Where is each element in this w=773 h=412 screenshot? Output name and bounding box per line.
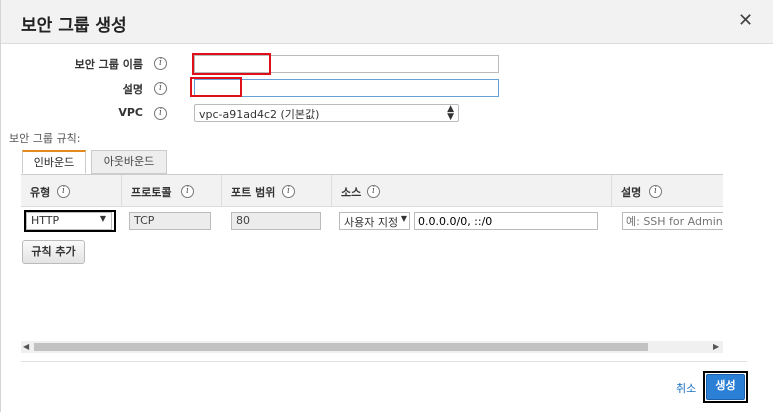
- scroll-left-icon[interactable]: ◀: [23, 341, 29, 353]
- create-security-group-dialog: 보안 그룹 생성 ✕ 보안 그룹 이름 i 설명 i VPC i vpc-a91…: [0, 0, 773, 412]
- description-label: 설명: [122, 83, 143, 96]
- rules-section-label: 보안 그룹 규칙:: [9, 132, 81, 145]
- column-header-protocol: 프로토콜: [131, 186, 172, 199]
- info-icon[interactable]: i: [649, 185, 662, 198]
- column-header-type: 유형: [30, 186, 51, 199]
- close-icon[interactable]: ✕: [738, 11, 753, 31]
- vpc-label: VPC: [118, 106, 143, 119]
- source-type-select[interactable]: 사용자 지정 ▼: [339, 212, 410, 230]
- add-rule-button[interactable]: 규칙 추가: [22, 240, 85, 264]
- scroll-right-icon[interactable]: ▶: [713, 341, 719, 353]
- redaction-box: [190, 77, 242, 97]
- horizontal-scrollbar[interactable]: ◀ ▶: [21, 341, 723, 353]
- info-icon[interactable]: i: [154, 57, 167, 70]
- info-icon[interactable]: i: [181, 185, 194, 198]
- vpc-select[interactable]: vpc-a91ad4c2 (기본값) ▲ ▼: [194, 104, 459, 122]
- table-header: 유형 i 프로토콜 i 포트 범위 i 소스 i 설명 i: [21, 175, 723, 207]
- info-icon[interactable]: i: [57, 185, 70, 198]
- updown-arrow-icon: ▲ ▼: [447, 104, 454, 122]
- vpc-select-value: vpc-a91ad4c2 (기본값): [199, 108, 320, 121]
- rule-description-input[interactable]: [622, 212, 723, 230]
- scroll-thumb[interactable]: [34, 343, 648, 351]
- info-icon[interactable]: i: [154, 107, 167, 120]
- source-input[interactable]: [414, 212, 598, 230]
- info-icon[interactable]: i: [154, 82, 167, 95]
- info-icon[interactable]: i: [282, 185, 295, 198]
- group-name-label: 보안 그룹 이름: [74, 58, 143, 71]
- dialog-title: 보안 그룹 생성: [21, 16, 127, 36]
- highlight-box: [24, 210, 116, 232]
- create-button[interactable]: 생성: [706, 374, 745, 400]
- port-range-input: 80: [231, 212, 321, 230]
- cancel-button[interactable]: 취소: [676, 380, 696, 396]
- rules-table: 유형 i 프로토콜 i 포트 범위 i 소스 i 설명 i HTTP ▼ TCP…: [21, 174, 723, 354]
- source-type-value: 사용자 지정: [344, 216, 399, 229]
- tab-outbound[interactable]: 아웃바운드: [91, 150, 167, 174]
- column-header-source: 소스: [341, 186, 362, 199]
- info-icon[interactable]: i: [367, 185, 380, 198]
- footer-divider: [21, 361, 747, 362]
- redaction-box: [192, 53, 271, 75]
- column-header-port-range: 포트 범위: [231, 186, 276, 199]
- protocol-input: TCP: [129, 212, 211, 230]
- column-header-description: 설명: [621, 186, 642, 199]
- chevron-down-icon: ▼: [400, 214, 407, 223]
- dialog-header: 보안 그룹 생성 ✕: [1, 0, 773, 44]
- tab-inbound[interactable]: 인바운드: [22, 150, 86, 174]
